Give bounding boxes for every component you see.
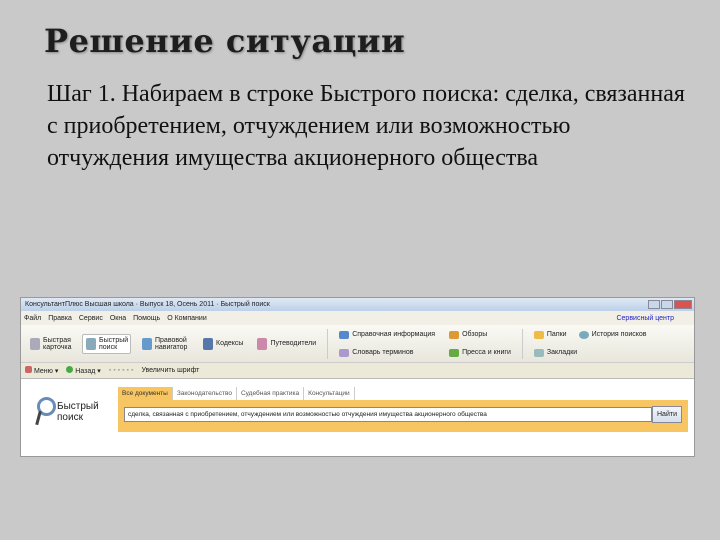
search-tabs: Все документы Законодательство Судебная …	[118, 387, 355, 400]
divider	[521, 328, 523, 359]
folder-icon	[533, 330, 544, 339]
glossary-button[interactable]: Словарь терминов	[336, 347, 438, 359]
menu-bar: Файл Правка Сервис Окна Помощь О Компани…	[21, 311, 694, 325]
quick-search-logo: Быстрый поиск	[35, 397, 99, 427]
back-button[interactable]: Назад ▾	[66, 366, 101, 375]
slide-title: Решение ситуации	[44, 22, 406, 60]
menu-about[interactable]: О Компании	[167, 315, 207, 322]
reference-info-button[interactable]: Справочная информация	[336, 329, 438, 341]
tab-consultations[interactable]: Консультации	[304, 387, 355, 400]
codes-button[interactable]: Кодексы	[200, 336, 246, 352]
quick-search-button[interactable]: Быстрый поиск	[82, 333, 131, 354]
tab-legislation[interactable]: Законодательство	[173, 387, 237, 400]
magnifier-icon	[35, 397, 56, 427]
bookmark-icon	[533, 348, 544, 357]
menu-icon	[25, 366, 32, 373]
search-icon	[86, 337, 96, 350]
navigator-button[interactable]: Правовой навигатор	[139, 335, 192, 353]
maximize-button[interactable]	[661, 300, 673, 309]
navigator-icon	[142, 337, 152, 350]
back-icon	[66, 366, 74, 373]
menu-edit[interactable]: Правка	[48, 315, 72, 322]
close-button[interactable]	[674, 300, 692, 309]
card-icon	[30, 337, 40, 350]
search-input[interactable]: сделка, связанная с приобретением, отчуж…	[124, 407, 652, 422]
search-history-button[interactable]: История поисков	[576, 329, 650, 341]
main-toolbar: Быстрая карточка Быстрый поиск Правовой …	[21, 325, 694, 363]
bookmarks-button[interactable]: Закладки	[531, 347, 650, 359]
tab-court-practice[interactable]: Судебная практика	[237, 387, 305, 400]
tab-all-documents[interactable]: Все документы	[118, 387, 173, 400]
window-title: КонсультантПлюс Высшая школа · Выпуск 18…	[25, 301, 270, 308]
reference-icon	[339, 330, 350, 339]
app-screenshot: КонсультантПлюс Высшая школа · Выпуск 18…	[20, 297, 695, 457]
menu-windows[interactable]: Окна	[110, 315, 126, 322]
find-button[interactable]: Найти	[652, 406, 682, 423]
folders-button[interactable]: Папки	[531, 329, 570, 341]
press-button[interactable]: Пресса и книги	[446, 347, 514, 359]
disabled-tools: ▪ ▪ ▪ ▪ ▪ ▪	[108, 367, 134, 374]
menu-service[interactable]: Сервис	[79, 315, 103, 322]
secondary-toolbar: Меню ▾ Назад ▾ ▪ ▪ ▪ ▪ ▪ ▪ Увеличить шри…	[21, 363, 694, 379]
divider	[327, 328, 329, 359]
glossary-icon	[339, 348, 350, 357]
service-center-link[interactable]: Сервисный центр	[616, 315, 674, 322]
reviews-button[interactable]: Обзоры	[446, 329, 514, 341]
title-bar: КонсультантПлюс Высшая школа · Выпуск 18…	[21, 298, 694, 311]
menu-file[interactable]: Файл	[24, 315, 41, 322]
minimize-button[interactable]	[648, 300, 660, 309]
increase-font-button[interactable]: Увеличить шрифт	[141, 367, 199, 374]
reviews-icon	[449, 330, 460, 339]
quick-card-button[interactable]: Быстрая карточка	[27, 335, 74, 353]
menu-help[interactable]: Помощь	[133, 315, 160, 322]
codes-icon	[203, 337, 213, 350]
guides-icon	[257, 337, 268, 350]
quick-search-panel: Быстрый поиск Все документы Законодатель…	[21, 379, 694, 457]
history-icon	[578, 330, 589, 339]
slide-body: Шаг 1. Набираем в строке Быстрого поиска…	[47, 81, 685, 171]
menu-button[interactable]: Меню ▾	[25, 366, 58, 375]
guides-button[interactable]: Путеводители	[254, 336, 319, 352]
press-icon	[449, 348, 460, 357]
search-box: сделка, связанная с приобретением, отчуж…	[118, 400, 688, 432]
